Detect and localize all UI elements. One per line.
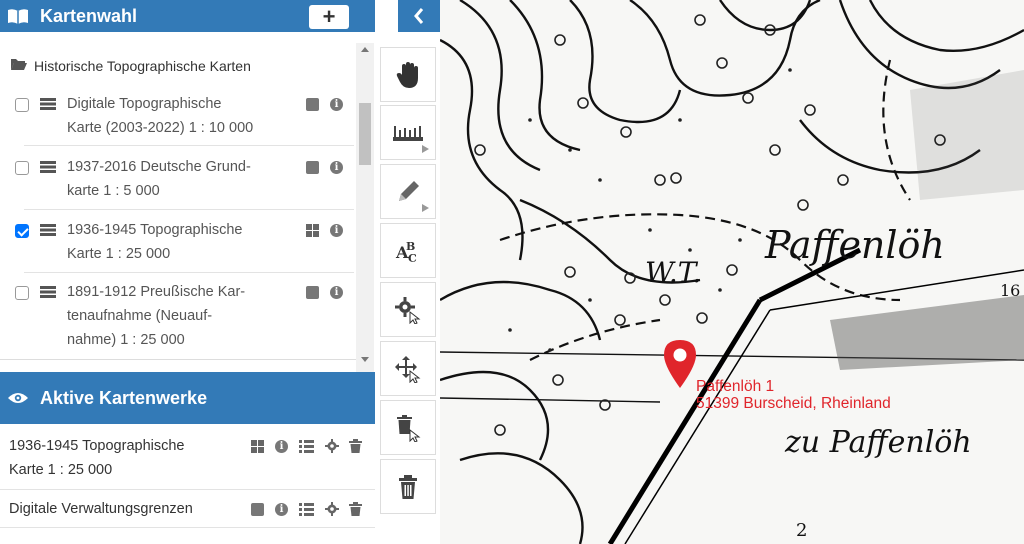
draw-tool-button[interactable] bbox=[380, 164, 436, 219]
move-tool-button[interactable] bbox=[380, 341, 436, 396]
opacity-square-icon[interactable] bbox=[306, 286, 319, 299]
draw-pencil-icon bbox=[399, 180, 419, 201]
folder-label: Historische Topographische Karten bbox=[34, 57, 251, 74]
info-icon[interactable]: i bbox=[275, 503, 288, 516]
grid-view-icon[interactable] bbox=[251, 440, 264, 453]
eye-icon bbox=[6, 388, 30, 408]
measure-ruler-icon bbox=[393, 125, 423, 141]
grid-view-icon[interactable] bbox=[306, 224, 319, 237]
map-title-line: Karte (2003-2022) 1 : 10 000 bbox=[67, 120, 254, 136]
map-label-number2: 2 bbox=[796, 520, 807, 541]
map-title[interactable]: 1936-1945 Topographische Karte 1 : 25 00… bbox=[67, 218, 243, 266]
settings-tool-button[interactable] bbox=[380, 282, 436, 337]
trash-icon[interactable] bbox=[349, 439, 362, 453]
info-icon[interactable]: i bbox=[330, 224, 343, 237]
address-line: 51399 Burscheid, Rheinland bbox=[696, 395, 891, 412]
delete-all-tool-button[interactable] bbox=[380, 459, 436, 514]
map-title[interactable]: 1891-1912 Preußische Kar- tenaufnahme (N… bbox=[67, 280, 245, 352]
active-map-title: Digitale Verwaltungsgrenzen bbox=[9, 497, 193, 521]
map-title-line: Digitale Topographische bbox=[67, 96, 222, 112]
map-list-scrollbar[interactable] bbox=[356, 43, 374, 373]
map-selection-panel: Kartenwahl + Historische Topographische … bbox=[0, 0, 375, 544]
measure-tool-button[interactable] bbox=[380, 105, 436, 160]
book-icon bbox=[6, 6, 30, 26]
folder-open-icon bbox=[10, 57, 28, 74]
info-icon[interactable]: i bbox=[330, 98, 343, 111]
map-label-place2: zu Paffenlöh bbox=[784, 425, 972, 460]
info-icon[interactable]: i bbox=[330, 161, 343, 174]
submenu-arrow-icon bbox=[422, 204, 429, 212]
list-icon[interactable] bbox=[299, 503, 314, 516]
map-title-line: tenaufnahme (Neuauf- bbox=[67, 308, 213, 324]
move-icon bbox=[395, 355, 421, 383]
active-map-title-line: Karte 1 : 25 000 bbox=[9, 462, 113, 478]
historical-topographic-map: W.T. Paffenlöh zu Paffenlöh 16 2 bbox=[440, 0, 1024, 544]
map-toolbar: ABC bbox=[375, 43, 440, 544]
info-icon[interactable]: i bbox=[330, 286, 343, 299]
map-title-line: 1936-1945 Topographische bbox=[67, 222, 243, 238]
delete-select-icon bbox=[397, 414, 421, 442]
layer-list-icon bbox=[40, 161, 56, 173]
map-checkbox[interactable] bbox=[15, 161, 29, 175]
add-map-button[interactable]: + bbox=[309, 5, 349, 29]
active-maps-header: Aktive Kartenwerke bbox=[0, 372, 375, 424]
text-tool-button[interactable]: ABC bbox=[380, 223, 436, 278]
address-label: Paffenlöh 1 51399 Burscheid, Rheinland bbox=[696, 378, 891, 412]
trash-icon[interactable] bbox=[349, 502, 362, 516]
scrollbar-thumb[interactable] bbox=[359, 103, 371, 165]
address-line: Paffenlöh 1 bbox=[696, 378, 775, 395]
chevron-left-icon bbox=[414, 8, 424, 24]
map-label-place: Paffenlöh bbox=[764, 223, 945, 267]
list-icon[interactable] bbox=[299, 440, 314, 453]
opacity-square-icon[interactable] bbox=[306, 98, 319, 111]
map-title-line: karte 1 : 5 000 bbox=[67, 183, 160, 199]
map-title-line: nahme) 1 : 25 000 bbox=[67, 332, 185, 348]
gear-icon[interactable] bbox=[325, 502, 339, 516]
text-abc-icon: ABC bbox=[395, 240, 417, 264]
map-title-line: 1891-1912 Preußische Kar- bbox=[67, 284, 246, 300]
opacity-square-icon[interactable] bbox=[306, 161, 319, 174]
map-title-line: Karte 1 : 25 000 bbox=[67, 246, 171, 262]
map-selection-header: Kartenwahl + bbox=[0, 0, 375, 32]
opacity-square-icon[interactable] bbox=[251, 503, 264, 516]
map-list: Historische Topographische Karten Digita… bbox=[0, 43, 356, 360]
map-title[interactable]: Digitale Topographische Karte (2003-2022… bbox=[67, 92, 253, 140]
map-label-wt: W.T. bbox=[645, 256, 701, 289]
trash-icon bbox=[399, 474, 417, 499]
delete-select-tool-button[interactable] bbox=[380, 400, 436, 455]
location-marker-icon[interactable] bbox=[664, 340, 696, 388]
map-title-line: 1937-2016 Deutsche Grund- bbox=[67, 159, 251, 175]
gear-icon[interactable] bbox=[325, 439, 339, 453]
info-icon[interactable]: i bbox=[275, 440, 288, 453]
layer-list-icon bbox=[40, 224, 56, 236]
pan-tool-button[interactable] bbox=[380, 47, 436, 102]
active-maps-title: Aktive Kartenwerke bbox=[40, 387, 208, 408]
layer-list-icon bbox=[40, 98, 56, 110]
scroll-up-arrow-icon[interactable] bbox=[361, 47, 369, 52]
folder-historische-karten[interactable]: Historische Topographische Karten bbox=[10, 57, 251, 74]
map-label-number: 16 bbox=[1000, 281, 1020, 300]
collapse-panel-button[interactable] bbox=[398, 0, 440, 32]
active-map-title: 1936-1945 Topographische Karte 1 : 25 00… bbox=[9, 434, 185, 482]
map-title[interactable]: 1937-2016 Deutsche Grund- karte 1 : 5 00… bbox=[67, 155, 251, 203]
pan-hand-icon bbox=[396, 61, 418, 88]
map-checkbox-checked[interactable] bbox=[15, 224, 29, 238]
map-checkbox[interactable] bbox=[15, 98, 29, 112]
scroll-down-arrow-icon[interactable] bbox=[361, 357, 369, 362]
active-map-title-line: 1936-1945 Topographische bbox=[9, 438, 185, 454]
map-view[interactable]: W.T. Paffenlöh zu Paffenlöh 16 2 bbox=[440, 0, 1024, 544]
panel-title: Kartenwahl bbox=[40, 5, 138, 26]
map-checkbox[interactable] bbox=[15, 286, 29, 300]
settings-gear-icon bbox=[395, 296, 421, 324]
submenu-arrow-icon bbox=[422, 145, 429, 153]
active-map-title-line: Digitale Verwaltungsgrenzen bbox=[9, 501, 193, 517]
svg-text:C: C bbox=[408, 252, 417, 264]
layer-list-icon bbox=[40, 286, 56, 298]
